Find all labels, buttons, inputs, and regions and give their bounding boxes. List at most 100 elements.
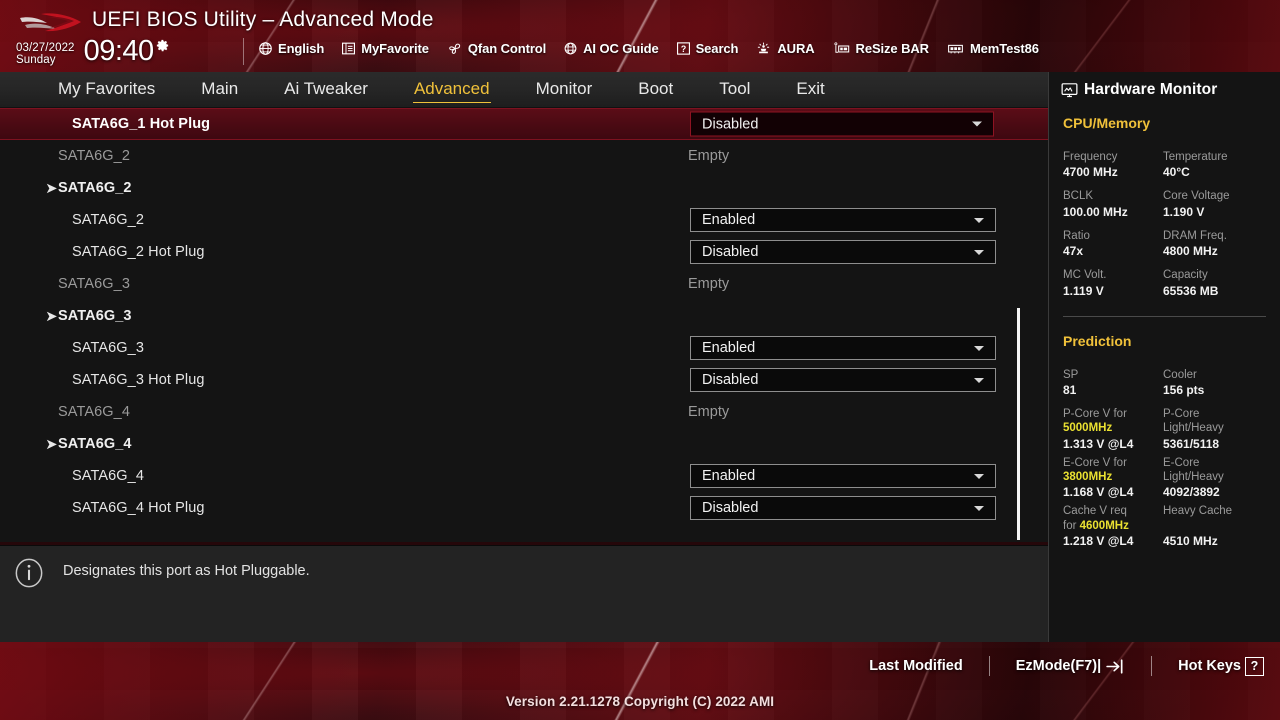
hardware-monitor-panel: Hardware Monitor CPU/Memory Frequency Te… [1048,72,1280,642]
settings-row[interactable]: SATA6G_2 Enabled [0,204,1048,236]
hwm-key-mc-volt: MC Volt. [1063,269,1107,282]
tool-myfavorite[interactable]: MyFavorite [341,41,429,56]
hwm-key-pcore-lh: P-Core Light/Heavy [1163,398,1270,436]
memory-icon [948,44,963,54]
settings-row-label: SATA6G_3 [58,308,132,324]
scrollbar-thumb[interactable] [1017,308,1020,540]
settings-row[interactable]: SATA6G_3 Enabled [0,332,1048,364]
tab-my-favorites[interactable]: My Favorites [58,77,155,102]
settings-dropdown[interactable]: Disabled [690,240,996,264]
settings-dropdown-value: Enabled [702,212,756,228]
hwm-key-ecore-lh-b: Light/Heavy [1163,471,1224,483]
settings-row[interactable]: SATA6G_2 Empty [0,140,1048,172]
chevron-down-icon [974,345,984,351]
settings-dropdown[interactable]: Disabled [690,496,996,520]
settings-dropdown-value: Disabled [702,372,759,388]
tab-main[interactable]: Main [201,77,238,102]
settings-row[interactable]: SATA6G_2 Hot Plug Disabled [0,236,1048,268]
question-icon: ? [676,42,690,55]
hwm-key-cache-v-freq: 4600MHz [1079,519,1129,532]
settings-row-label: SATA6G_1 Hot Plug [72,116,211,132]
tool-label: AURA [777,41,815,56]
tool-memtest86[interactable]: MemTest86 [946,41,1039,56]
scrollbar-track[interactable] [1017,108,1034,542]
footer-actions: Last Modified EzMode(F7)| Hot Keys ? [869,656,1264,676]
settings-row-label: SATA6G_4 [72,468,144,484]
settings-row[interactable]: SATA6G_4 Enabled [0,460,1048,492]
settings-row-label: SATA6G_4 [58,404,130,420]
settings-rows: SATA6G_1 Hot Plug Disabled SATA6G_2 Empty ➤ S… [0,108,1048,524]
hwm-cpu-memory-grid: Frequency Temperature 4700 MHz 40°C BCLK… [1049,141,1280,299]
header-toolbar: English MyFavorite Qfan Control AI OC Gu… [258,41,1056,56]
version-text: Version 2.21.1278 Copyright (C) 2022 AMI [505,694,775,709]
settings-row[interactable]: SATA6G_4 Empty [0,396,1048,428]
hwm-val-core-voltage: 1.190 V [1163,204,1205,219]
hwm-val-mc-volt: 1.119 V [1063,283,1104,298]
hwm-key-heavy-cache: Heavy Cache [1163,505,1233,518]
tool-qfan-control[interactable]: Qfan Control [446,41,546,56]
tool-english[interactable]: English [258,41,324,56]
hwm-key-temperature: Temperature [1163,151,1228,163]
hwm-section-prediction: Prediction [1063,332,1132,349]
settings-row-label: SATA6G_2 [72,212,144,228]
rog-logo [20,13,81,32]
tab-exit[interactable]: Exit [796,77,824,102]
tab-ai-tweaker[interactable]: Ai Tweaker [284,77,368,102]
last-modified-button[interactable]: Last Modified [869,658,962,674]
settings-dropdown-value: Enabled [702,468,756,484]
submenu-arrow-icon: ➤ [46,308,57,324]
hwm-val-capacity: 65536 MB [1163,283,1219,298]
settings-row[interactable]: ➤ SATA6G_3 [0,300,1048,332]
star-list-icon [342,42,356,55]
tool-resize-bar[interactable]: ReSize BAR [832,41,929,56]
settings-row-label: SATA6G_3 [58,276,130,292]
tool-ai-oc-guide[interactable]: AI OC Guide [563,41,659,56]
tab-tool[interactable]: Tool [719,77,750,102]
chevron-down-icon [974,217,984,223]
hwm-key-core-voltage: Core Voltage [1163,190,1230,203]
hwm-key-capacity: Capacity [1163,269,1208,282]
settings-dropdown-value: Disabled [702,116,759,132]
settings-dropdown[interactable]: Disabled [690,368,996,392]
hwm-key-pcore-lh-b: Light/Heavy [1163,422,1224,435]
settings-dropdown-value: Disabled [702,244,759,260]
hwm-val-heavy-cache: 4510 MHz [1163,534,1218,549]
hwm-divider [1063,315,1266,317]
svg-text:?: ? [680,44,685,54]
tab-advanced[interactable]: Advanced [412,77,491,103]
hot-keys-button[interactable]: Hot Keys ? [1178,656,1264,676]
tool-aura[interactable]: AURA [755,41,815,56]
main-navigation: My Favorites Main Ai Tweaker Advanced Mo… [0,72,1048,108]
tool-label: AI OC Guide [583,41,659,56]
settings-row-value: Empty [688,276,730,292]
gear-icon[interactable] [155,38,170,53]
chevron-down-icon [974,473,984,479]
settings-dropdown[interactable]: Disabled [690,111,994,137]
hwm-key-frequency: Frequency [1063,151,1118,163]
settings-dropdown[interactable]: Enabled [690,336,996,360]
ezmode-button[interactable]: EzMode(F7)| [1016,658,1125,675]
tool-label: Qfan Control [467,41,547,56]
hwm-val-pcore-v: 1.313 V @L4 [1063,436,1134,451]
tab-monitor[interactable]: Monitor [536,77,593,102]
ezmode-label: EzMode(F7)| [1015,658,1102,674]
settings-panel: SATA6G_1 Hot Plug Disabled SATA6G_2 Empty ➤ S… [0,108,1048,542]
settings-row[interactable]: ➤ SATA6G_4 [0,428,1048,460]
hwm-section-cpu-memory: CPU/Memory [1063,115,1151,131]
tool-search[interactable]: ? Search [676,41,738,56]
settings-row[interactable]: SATA6G_1 Hot Plug Disabled [0,108,1048,140]
hwm-val-cooler: 156 pts [1163,382,1205,397]
hwm-key-ecore-v-text: E-Core V for [1063,456,1127,469]
settings-row[interactable]: ➤ SATA6G_2 [0,172,1048,204]
tab-boot[interactable]: Boot [638,77,673,102]
settings-dropdown[interactable]: Enabled [690,464,996,488]
hwm-key-ratio: Ratio [1063,229,1090,242]
hwm-key-bclk: BCLK [1063,190,1094,203]
settings-row[interactable]: SATA6G_3 Hot Plug Disabled [0,364,1048,396]
submenu-arrow-icon: ➤ [46,180,57,196]
settings-row[interactable]: SATA6G_3 Empty [0,268,1048,300]
settings-row[interactable]: SATA6G_4 Hot Plug Disabled [0,492,1048,524]
hwm-key-pcore-v-freq: 5000MHz [1063,422,1113,435]
settings-dropdown[interactable]: Enabled [690,208,996,232]
globe-icon [259,42,272,55]
